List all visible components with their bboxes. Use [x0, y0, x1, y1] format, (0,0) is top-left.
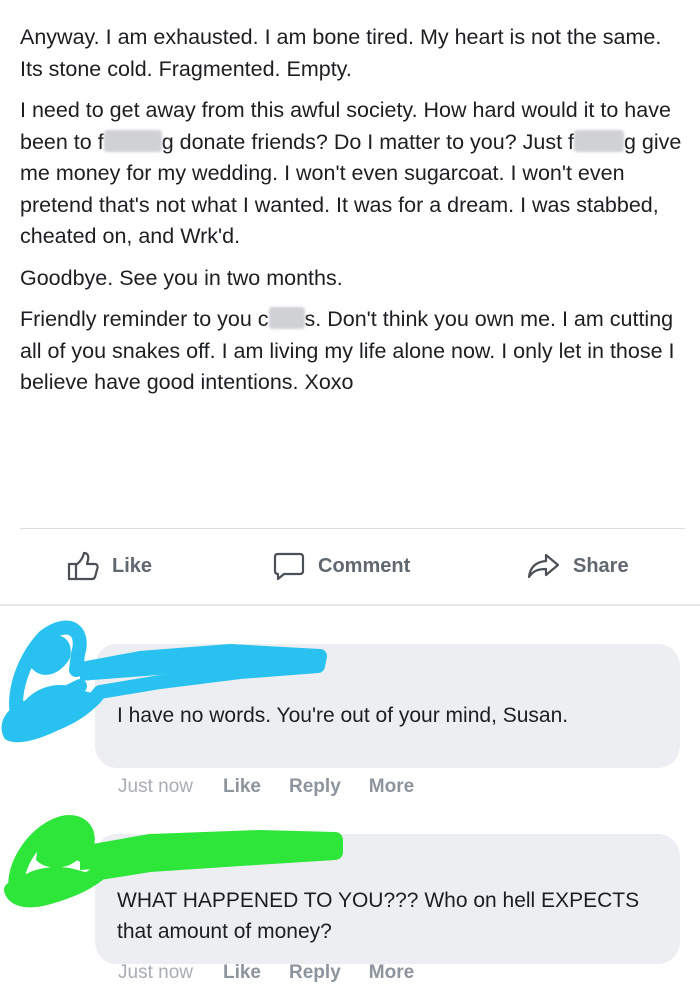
comment-timestamp[interactable]: Just now — [118, 962, 193, 983]
post-paragraph: I need to get away from this awful socie… — [20, 95, 685, 253]
post-actions-bar: Like Comment Share — [0, 540, 700, 592]
comment-meta: Just now Like Reply More — [118, 776, 442, 798]
post-text-segment: g donate friends? Do I matter to you? Ju… — [161, 129, 574, 154]
comment-button[interactable]: Comment — [272, 540, 410, 592]
share-arrow-icon — [527, 553, 560, 579]
comment-timestamp[interactable]: Just now — [118, 776, 193, 797]
post-paragraph: Anyway. I am exhausted. I am bone tired.… — [20, 22, 685, 85]
post-paragraph: Friendly reminder to you c s. Don't think… — [20, 304, 685, 399]
post-paragraph: Goodbye. See you in two months. — [20, 263, 685, 295]
comment-label: Comment — [318, 554, 411, 577]
post: Anyway. I am exhausted. I am bone tired.… — [0, 0, 700, 606]
comment-reply-link[interactable]: Reply — [289, 776, 341, 797]
comment-more-link[interactable]: More — [369, 776, 414, 797]
comment-meta: Just now Like Reply More — [118, 962, 442, 984]
like-label: Like — [112, 554, 153, 577]
like-button[interactable]: Like — [66, 540, 152, 592]
censor-blur — [103, 129, 162, 152]
speech-bubble-icon — [273, 552, 305, 581]
comment: I have no words. You're out of your mind… — [0, 606, 700, 814]
post-text-segment: Friendly reminder to you c — [20, 307, 269, 331]
share-button[interactable]: Share — [527, 540, 629, 592]
post-text-segment: Goodbye. See you in two months. — [20, 265, 343, 290]
divider — [20, 528, 685, 529]
thumbs-up-icon — [67, 551, 99, 581]
censor-blur — [268, 307, 305, 329]
censor-blur — [574, 129, 624, 152]
share-label: Share — [573, 554, 629, 577]
comment-like-link[interactable]: Like — [223, 962, 261, 983]
post-text-segment: Anyway. I am exhausted. I am bone tired.… — [20, 25, 662, 81]
comment: WHAT HAPPENED TO YOU??? Who on hell EXPE… — [0, 814, 700, 1000]
comment-like-link[interactable]: Like — [223, 776, 261, 797]
comment-reply-link[interactable]: Reply — [289, 962, 341, 983]
comment-more-link[interactable]: More — [369, 962, 414, 983]
post-text: Anyway. I am exhausted. I am bone tired.… — [20, 22, 685, 409]
